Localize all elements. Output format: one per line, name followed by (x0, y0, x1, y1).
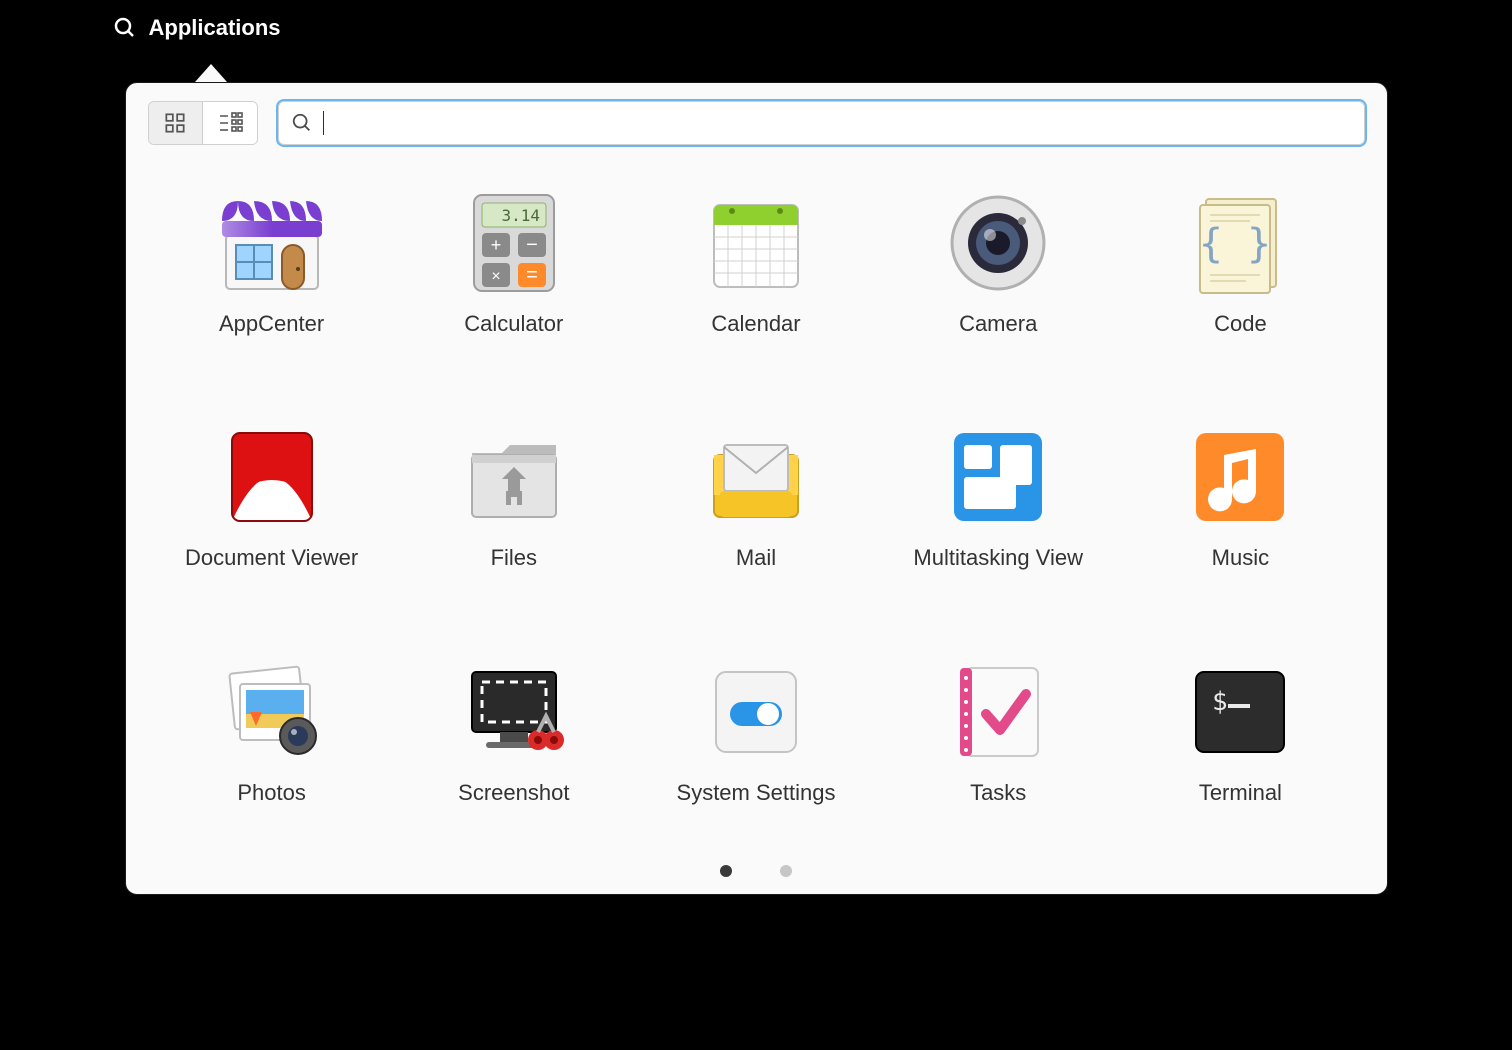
list-view-icon (216, 109, 244, 137)
terminal-icon (1188, 660, 1292, 764)
calculator-icon (462, 191, 566, 295)
app-multitasking-view[interactable]: Multitasking View (882, 419, 1114, 613)
tasks-icon (946, 660, 1050, 764)
search-input[interactable] (334, 112, 1352, 135)
app-label: Terminal (1199, 780, 1282, 806)
app-label: Tasks (970, 780, 1026, 806)
app-grid: AppCenter Calculator Calendar Camera Code Doc… (126, 155, 1387, 848)
multitasking-view-icon (946, 425, 1050, 529)
app-system-settings[interactable]: System Settings (640, 654, 872, 848)
app-code[interactable]: Code (1124, 185, 1356, 379)
view-switcher (148, 101, 258, 145)
app-appcenter[interactable]: AppCenter (156, 185, 388, 379)
code-icon (1188, 191, 1292, 295)
app-camera[interactable]: Camera (882, 185, 1114, 379)
page-dot-1[interactable] (720, 865, 732, 877)
photos-icon (220, 660, 324, 764)
app-label: Calendar (711, 311, 800, 337)
app-calculator[interactable]: Calculator (398, 185, 630, 379)
app-label: Camera (959, 311, 1037, 337)
applications-title: Applications (149, 15, 281, 41)
app-label: Files (491, 545, 537, 571)
app-label: Photos (237, 780, 306, 806)
app-label: Code (1214, 311, 1267, 337)
view-grid-button[interactable] (149, 102, 203, 144)
text-cursor (323, 111, 324, 135)
app-calendar[interactable]: Calendar (640, 185, 872, 379)
search-icon (113, 16, 137, 40)
app-terminal[interactable]: Terminal (1124, 654, 1356, 848)
app-label: Screenshot (458, 780, 569, 806)
app-mail[interactable]: Mail (640, 419, 872, 613)
app-document-viewer[interactable]: Document Viewer (156, 419, 388, 613)
app-label: Mail (736, 545, 776, 571)
grid-view-icon (162, 110, 188, 136)
page-indicator (126, 848, 1387, 894)
files-icon (462, 425, 566, 529)
app-label: AppCenter (219, 311, 324, 337)
app-label: Document Viewer (185, 545, 358, 571)
camera-icon (946, 191, 1050, 295)
calendar-icon (704, 191, 808, 295)
screenshot-icon (462, 660, 566, 764)
popover-arrow (195, 64, 227, 82)
toolbar (126, 83, 1387, 155)
search-icon (291, 112, 313, 134)
app-label: System Settings (677, 780, 836, 806)
menubar-applications[interactable]: Applications (99, 0, 1414, 55)
app-files[interactable]: Files (398, 419, 630, 613)
page-dot-2[interactable] (780, 865, 792, 877)
system-settings-icon (704, 660, 808, 764)
appcenter-icon (220, 191, 324, 295)
search-field[interactable] (278, 101, 1365, 145)
app-tasks[interactable]: Tasks (882, 654, 1114, 848)
mail-icon (704, 425, 808, 529)
document-viewer-icon (220, 425, 324, 529)
music-icon (1188, 425, 1292, 529)
app-music[interactable]: Music (1124, 419, 1356, 613)
view-list-button[interactable] (203, 102, 257, 144)
app-label: Music (1212, 545, 1269, 571)
app-screenshot[interactable]: Screenshot (398, 654, 630, 848)
app-label: Calculator (464, 311, 563, 337)
applications-popover: AppCenter Calculator Calendar Camera Code Doc… (125, 82, 1388, 895)
app-label: Multitasking View (913, 545, 1083, 571)
app-photos[interactable]: Photos (156, 654, 388, 848)
